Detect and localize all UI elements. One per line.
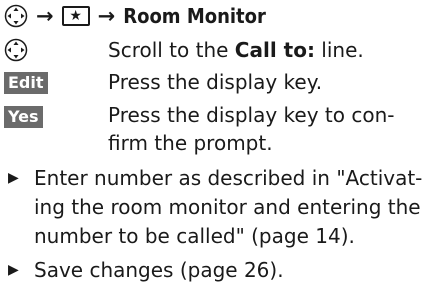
step-row (4, 38, 28, 62)
call-to-label: Call to: (234, 38, 315, 62)
arrow-right-icon: → (36, 3, 54, 28)
bullet-item: ▶ Save changes (page 26). (4, 256, 434, 285)
menu-label-room-monitor: Room Monitor (123, 4, 266, 28)
bullet-triangle-icon: ▶ (8, 170, 19, 186)
yes-display-key: Yes (4, 106, 43, 128)
arrow-right-icon: → (97, 3, 116, 28)
bullet-triangle-icon: ▶ (8, 262, 19, 278)
step-row: Edit (4, 72, 48, 94)
nav-control-icon (4, 4, 28, 28)
nav-control-icon (4, 38, 28, 62)
star-key-icon: ★ (61, 6, 90, 26)
step-instruction: Press the display key. (108, 70, 323, 94)
step-instruction: Press the display key to con- firm the p… (108, 103, 395, 155)
menu-path: → ★ → Room Monitor (4, 4, 266, 28)
step-row: Yes (4, 106, 43, 128)
bullet-item: ▶ Enter number as described in "Activat-… (8, 166, 423, 248)
step-instruction: Scroll to the Call to: line. (108, 38, 364, 62)
edit-display-key: Edit (4, 72, 48, 94)
